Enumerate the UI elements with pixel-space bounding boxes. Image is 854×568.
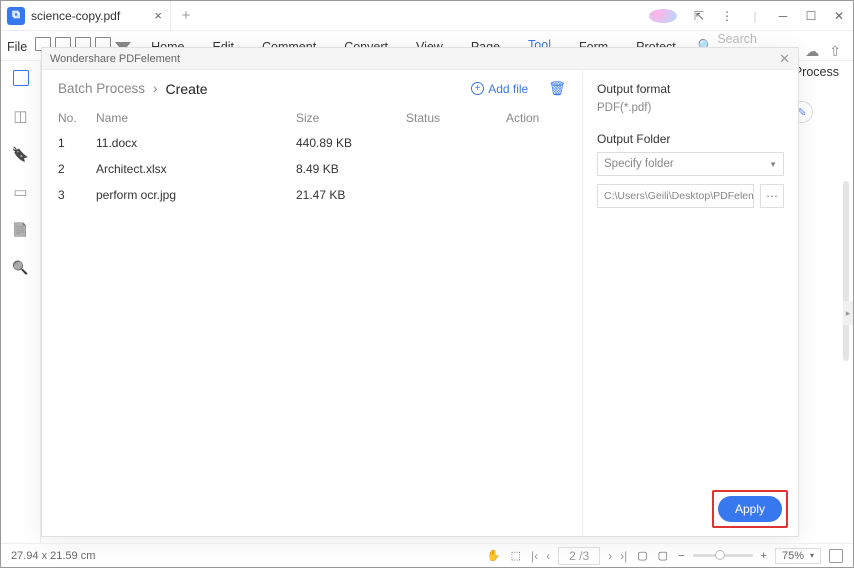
- cloud-icon[interactable]: ☁: [805, 43, 819, 60]
- two-page-icon[interactable]: ▢: [658, 549, 668, 562]
- new-tab-button[interactable]: +: [171, 7, 201, 24]
- left-sidebar: [1, 61, 41, 543]
- output-folder-select[interactable]: Specify folder ▼: [597, 152, 784, 176]
- first-page-icon[interactable]: |‹: [531, 549, 538, 563]
- search-panel-icon[interactable]: [12, 259, 30, 277]
- window-close[interactable]: ✕: [825, 9, 853, 23]
- comments-icon[interactable]: [12, 183, 30, 201]
- statusbar: 27.94 x 21.59 cm ✋ ⬚ |‹ ‹ 2 /3 › ›| ▢ ▢ …: [1, 543, 853, 567]
- cell-no: 1: [58, 136, 96, 150]
- window-controls: ⇱ ⋮ | ─ ☐ ✕: [641, 1, 853, 30]
- apply-highlight: Apply: [712, 490, 788, 528]
- app-icon: ⧉: [7, 7, 25, 25]
- dialog-header: Wondershare PDFelement ✕: [42, 48, 798, 70]
- select-tool-icon[interactable]: ⬚: [511, 549, 521, 562]
- browse-folder-button[interactable]: ⋯: [760, 184, 784, 208]
- prev-page-icon[interactable]: ‹: [546, 549, 550, 563]
- cell-no: 2: [58, 162, 96, 176]
- outline-icon[interactable]: [12, 107, 30, 125]
- page-navigation: |‹ ‹ 2 /3 › ›|: [531, 547, 627, 565]
- file-table: No. Name Size Status Action 1 11.docx 44…: [58, 107, 566, 208]
- cell-name: 11.docx: [96, 136, 296, 150]
- single-page-icon[interactable]: ▢: [637, 549, 647, 562]
- vertical-scrollbar[interactable]: [843, 181, 849, 361]
- delete-icon[interactable]: 🗑: [548, 80, 566, 97]
- chevron-right-icon: ›: [153, 81, 158, 96]
- cell-action: [506, 136, 566, 150]
- page-number-input[interactable]: 2 /3: [558, 547, 600, 565]
- zoom-slider[interactable]: [693, 554, 753, 557]
- apply-button[interactable]: Apply: [718, 496, 782, 522]
- attachments-icon[interactable]: [12, 221, 30, 239]
- hand-tool-icon[interactable]: ✋: [487, 549, 501, 562]
- output-folder-label: Output Folder: [597, 132, 784, 146]
- batch-process-dialog: Wondershare PDFelement ✕ Batch Process ›…: [41, 47, 799, 537]
- bookmark-icon[interactable]: [12, 145, 30, 163]
- fit-page-icon[interactable]: [829, 549, 843, 563]
- file-list-pane: Batch Process › Create + Add file 🗑 No. …: [42, 70, 582, 536]
- table-row[interactable]: 1 11.docx 440.89 KB: [58, 130, 566, 156]
- cell-status: [406, 188, 506, 202]
- zoom-out-button[interactable]: −: [678, 550, 684, 562]
- page-dimensions: 27.94 x 21.59 cm: [11, 550, 95, 562]
- window-maximize[interactable]: ☐: [797, 9, 825, 23]
- output-format-label: Output format: [597, 82, 784, 96]
- upload-icon[interactable]: ⇧: [829, 43, 841, 60]
- col-size: Size: [296, 111, 406, 125]
- cell-size: 21.47 KB: [296, 188, 406, 202]
- breadcrumb-root[interactable]: Batch Process: [58, 81, 145, 96]
- col-status: Status: [406, 111, 506, 125]
- output-path-field[interactable]: C:\Users\Geili\Desktop\PDFelement\Cr: [597, 184, 754, 208]
- document-tab[interactable]: ⧉ science-copy.pdf ×: [1, 1, 171, 31]
- cell-status: [406, 162, 506, 176]
- dialog-title: Wondershare PDFelement: [50, 53, 180, 65]
- table-row[interactable]: 2 Architect.xlsx 8.49 KB: [58, 156, 566, 182]
- col-no: No.: [58, 111, 96, 125]
- zoom-controls: − + 75% ▾: [678, 548, 843, 564]
- ai-icon[interactable]: [649, 9, 677, 23]
- next-page-icon[interactable]: ›: [608, 549, 612, 563]
- breadcrumb: Batch Process › Create + Add file 🗑: [58, 80, 566, 97]
- cell-size: 440.89 KB: [296, 136, 406, 150]
- cell-size: 8.49 KB: [296, 162, 406, 176]
- chevron-down-icon: ▼: [769, 160, 777, 169]
- zoom-knob[interactable]: [715, 550, 725, 560]
- chevron-down-icon: ▾: [810, 551, 814, 560]
- dialog-close-icon[interactable]: ✕: [779, 51, 790, 67]
- add-file-label: Add file: [488, 82, 528, 96]
- kebab-menu-icon[interactable]: ⋮: [713, 9, 741, 23]
- share-icon[interactable]: ⇱: [685, 9, 713, 23]
- add-file-button[interactable]: + Add file: [471, 82, 528, 96]
- output-format-value: PDF(*.pdf): [597, 102, 784, 114]
- table-header: No. Name Size Status Action: [58, 107, 566, 130]
- cell-no: 3: [58, 188, 96, 202]
- tab-close-icon[interactable]: ×: [154, 8, 162, 23]
- cell-name: perform ocr.jpg: [96, 188, 296, 202]
- col-action: Action: [506, 111, 566, 125]
- window-minimize[interactable]: ─: [769, 9, 797, 23]
- divider: |: [741, 9, 769, 23]
- output-settings-pane: Output format PDF(*.pdf) Output Folder S…: [582, 70, 798, 536]
- last-page-icon[interactable]: ›|: [620, 549, 627, 563]
- breadcrumb-current: Create: [166, 81, 208, 97]
- folder-select-text: Specify folder: [604, 158, 674, 170]
- thumbnails-icon[interactable]: [12, 69, 30, 87]
- zoom-level-select[interactable]: 75% ▾: [775, 548, 821, 564]
- cell-action: [506, 162, 566, 176]
- zoom-value: 75%: [782, 550, 804, 562]
- output-path-text: C:\Users\Geili\Desktop\PDFelement\Cr: [604, 190, 754, 202]
- zoom-in-button[interactable]: +: [761, 550, 767, 562]
- right-panel-toggle[interactable]: ▸: [843, 301, 853, 325]
- plus-icon: +: [471, 82, 484, 95]
- titlebar: ⧉ science-copy.pdf × + ⇱ ⋮ | ─ ☐ ✕: [1, 1, 853, 31]
- col-name: Name: [96, 111, 296, 125]
- cell-status: [406, 136, 506, 150]
- tab-title: science-copy.pdf: [31, 9, 120, 23]
- table-row[interactable]: 3 perform ocr.jpg 21.47 KB: [58, 182, 566, 208]
- cell-action: [506, 188, 566, 202]
- file-menu[interactable]: File: [3, 34, 33, 60]
- cell-name: Architect.xlsx: [96, 162, 296, 176]
